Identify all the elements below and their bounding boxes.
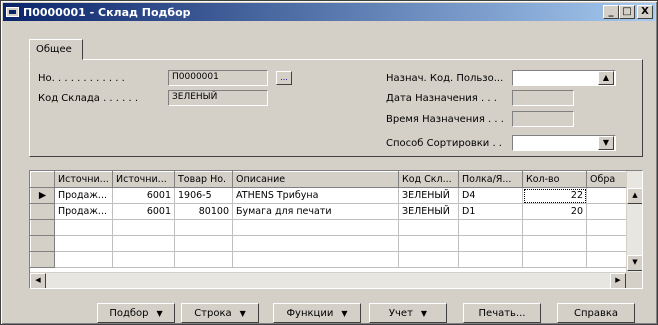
cell-handled[interactable] <box>586 203 627 220</box>
row-selector[interactable] <box>30 235 55 252</box>
assign-date-input[interactable] <box>512 90 574 106</box>
posting-menu-button[interactable]: Учет ▼ <box>369 303 447 323</box>
pick-menu-button[interactable]: Подбор ▼ <box>97 303 175 323</box>
cell-bin-code[interactable]: D4 <box>458 187 523 204</box>
help-button[interactable]: Справка <box>557 303 635 323</box>
minimize-button[interactable]: _ <box>603 5 619 19</box>
col-description[interactable]: Описание <box>232 171 399 188</box>
assign-time-label: Время Назначения . . . <box>386 113 504 125</box>
col-source-type[interactable]: Источни... <box>54 171 113 188</box>
table-row-empty[interactable] <box>30 219 627 236</box>
maximize-button[interactable]: □ <box>619 5 635 19</box>
lines-grid: Источни... Источни... Товар Но. Описание… <box>29 170 643 289</box>
cell-location-code[interactable]: ЗЕЛЕНЫЙ <box>398 187 459 204</box>
sort-method-dropdown-icon[interactable]: ▼ <box>598 136 614 150</box>
assign-time-input[interactable] <box>512 111 574 127</box>
location-label: Код Склада . . . . . . <box>38 92 139 104</box>
help-button-label: Справка <box>573 307 619 319</box>
scroll-down-icon[interactable]: ▼ <box>627 255 642 271</box>
table-row-empty[interactable] <box>30 251 627 268</box>
cell-description[interactable]: ATHENS Трибуна <box>232 187 399 204</box>
print-button[interactable]: Печать... <box>463 303 541 323</box>
cell-source-no[interactable]: 6001 <box>112 187 175 204</box>
line-menu-button[interactable]: Строка ▼ <box>181 303 259 323</box>
assign-date-label: Дата Назначения . . . <box>386 92 497 104</box>
cell-item-no[interactable]: 1906-5 <box>174 187 233 204</box>
posting-button-label: Учет <box>388 307 413 319</box>
col-quantity[interactable]: Кол-во <box>522 171 587 188</box>
table-row[interactable]: ▶ Продаж... 6001 1906-5 ATHENS Трибуна З… <box>30 187 627 204</box>
functions-button-label: Функции <box>286 307 334 319</box>
row-selector[interactable] <box>30 219 55 236</box>
assign-date-row: Дата Назначения . . . <box>386 90 497 106</box>
location-field-row: Код Склада . . . . . . <box>38 90 138 106</box>
table-row[interactable]: Продаж... 6001 80100 Бумага для печати З… <box>30 203 627 220</box>
chevron-down-icon: ▼ <box>239 308 246 318</box>
lines-table: Источни... Источни... Товар Но. Описание… <box>30 171 627 268</box>
close-button[interactable]: X <box>637 5 653 19</box>
chevron-down-icon: ▼ <box>420 308 428 318</box>
col-item-no[interactable]: Товар Но. <box>174 171 233 188</box>
window-title: П0000001 - Склад Подбор <box>23 5 191 19</box>
scroll-left-icon[interactable]: ◀ <box>30 273 46 288</box>
col-bin-code[interactable]: Полка/Я... <box>458 171 523 188</box>
row-selector[interactable] <box>30 203 55 220</box>
scrollbar-corner <box>626 272 642 288</box>
row-selector[interactable] <box>30 251 55 268</box>
tab-general[interactable]: Общее <box>29 39 83 60</box>
assign-time-row: Время Назначения . . . <box>386 111 504 127</box>
col-location-code[interactable]: Код Скл... <box>398 171 459 188</box>
current-row-marker[interactable]: ▶ <box>30 187 55 204</box>
functions-menu-button[interactable]: Функции ▼ <box>273 303 361 323</box>
cell-quantity[interactable]: 20 <box>522 203 587 220</box>
cell-item-no[interactable]: 80100 <box>174 203 233 220</box>
no-label: Но. . . . . . . . . . . . <box>38 72 125 84</box>
col-source-no[interactable]: Источни... <box>112 171 175 188</box>
table-row-empty[interactable] <box>30 235 627 252</box>
grid-header-row: Источни... Источни... Товар Но. Описание… <box>30 171 627 188</box>
general-tab-panel: Но. . . . . . . . . . . . П0000001 ... К… <box>29 59 643 157</box>
app-icon <box>6 7 19 17</box>
cell-location-code[interactable]: ЗЕЛЕНЫЙ <box>398 203 459 220</box>
horizontal-scrollbar[interactable]: ◀ ▶ <box>30 272 626 288</box>
line-button-label: Строка <box>194 307 232 319</box>
cell-bin-code[interactable]: D1 <box>458 203 523 220</box>
pick-button-label: Подбор <box>109 307 149 319</box>
cell-description[interactable]: Бумага для печати <box>232 203 399 220</box>
location-input[interactable]: ЗЕЛЕНЫЙ <box>168 90 268 106</box>
scroll-up-icon[interactable]: ▲ <box>627 188 642 204</box>
assigned-user-label: Назнач. Код. Пользо... <box>386 72 504 84</box>
chevron-down-icon: ▼ <box>341 308 348 318</box>
warehouse-pick-window: П0000001 - Склад Подбор _ □ X Но. . . . … <box>0 0 658 325</box>
cell-source-no[interactable]: 6001 <box>112 203 175 220</box>
assigned-user-lookup-icon[interactable]: ▲ <box>598 71 614 85</box>
no-field-row: Но. . . . . . . . . . . . <box>38 70 125 86</box>
chevron-down-icon: ▼ <box>156 308 163 318</box>
col-handled[interactable]: Обра <box>586 171 627 188</box>
assist-edit-button[interactable]: ... <box>276 71 292 85</box>
title-bar[interactable]: П0000001 - Склад Подбор _ □ X <box>3 3 655 21</box>
vertical-scrollbar[interactable]: ▲ ▼ <box>626 171 642 272</box>
cell-handled[interactable] <box>586 187 627 204</box>
sort-method-label: Способ Сортировки . . <box>386 137 502 149</box>
cell-source-type[interactable]: Продаж... <box>54 187 113 204</box>
row-selector-header <box>30 171 55 188</box>
assigned-user-row: Назнач. Код. Пользо... <box>386 70 503 86</box>
sort-method-row: Способ Сортировки . . <box>386 135 502 151</box>
cell-quantity[interactable]: 22 <box>522 187 587 204</box>
no-input[interactable]: П0000001 <box>168 70 268 86</box>
cell-source-type[interactable]: Продаж... <box>54 203 113 220</box>
scroll-right-icon[interactable]: ▶ <box>610 273 626 288</box>
print-button-label: Печать... <box>478 307 526 319</box>
